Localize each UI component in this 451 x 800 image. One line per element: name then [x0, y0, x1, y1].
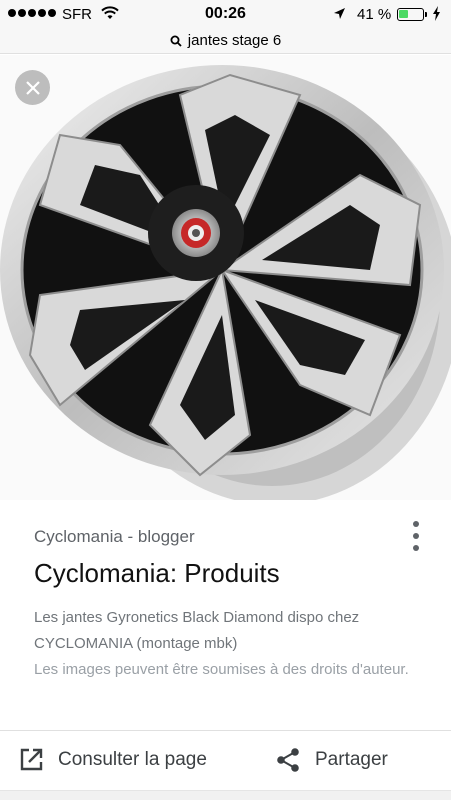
- image-description: Les jantes Gyronetics Black Diamond disp…: [34, 609, 360, 652]
- search-icon: [170, 35, 182, 47]
- open-in-new-icon: [20, 748, 43, 771]
- charging-bolt-icon: [433, 6, 440, 21]
- search-query-bar[interactable]: jantes stage 6: [0, 28, 451, 54]
- visit-page-label: Consulter la page: [58, 749, 207, 770]
- more-options-button[interactable]: [405, 518, 427, 554]
- search-query-text: jantes stage 6: [187, 32, 282, 49]
- share-icon: [277, 748, 299, 772]
- more-vert-icon: [413, 521, 419, 527]
- close-button[interactable]: [15, 70, 50, 105]
- source-site[interactable]: Cyclomania - blogger: [34, 527, 195, 547]
- bottom-edge: [0, 790, 451, 800]
- share-label: Partager: [315, 749, 388, 770]
- share-button[interactable]: Partager: [275, 742, 388, 778]
- location-arrow-icon: [334, 8, 345, 19]
- battery-level-fill: [399, 10, 408, 18]
- battery-tip: [425, 12, 427, 17]
- image-preview[interactable]: [0, 55, 451, 500]
- page-title[interactable]: Cyclomania: Produits: [34, 558, 280, 589]
- visit-page-button[interactable]: Consulter la page: [18, 742, 207, 778]
- divider: [0, 730, 451, 731]
- battery-icon: [397, 8, 424, 21]
- wheel-rim-image: [0, 65, 451, 500]
- close-icon: [25, 80, 40, 95]
- status-bar: SFR 00:26 41 %: [0, 0, 451, 28]
- battery-percentage: 41 %: [357, 6, 392, 23]
- copyright-notice: Les images peuvent être soumises à des d…: [34, 661, 409, 678]
